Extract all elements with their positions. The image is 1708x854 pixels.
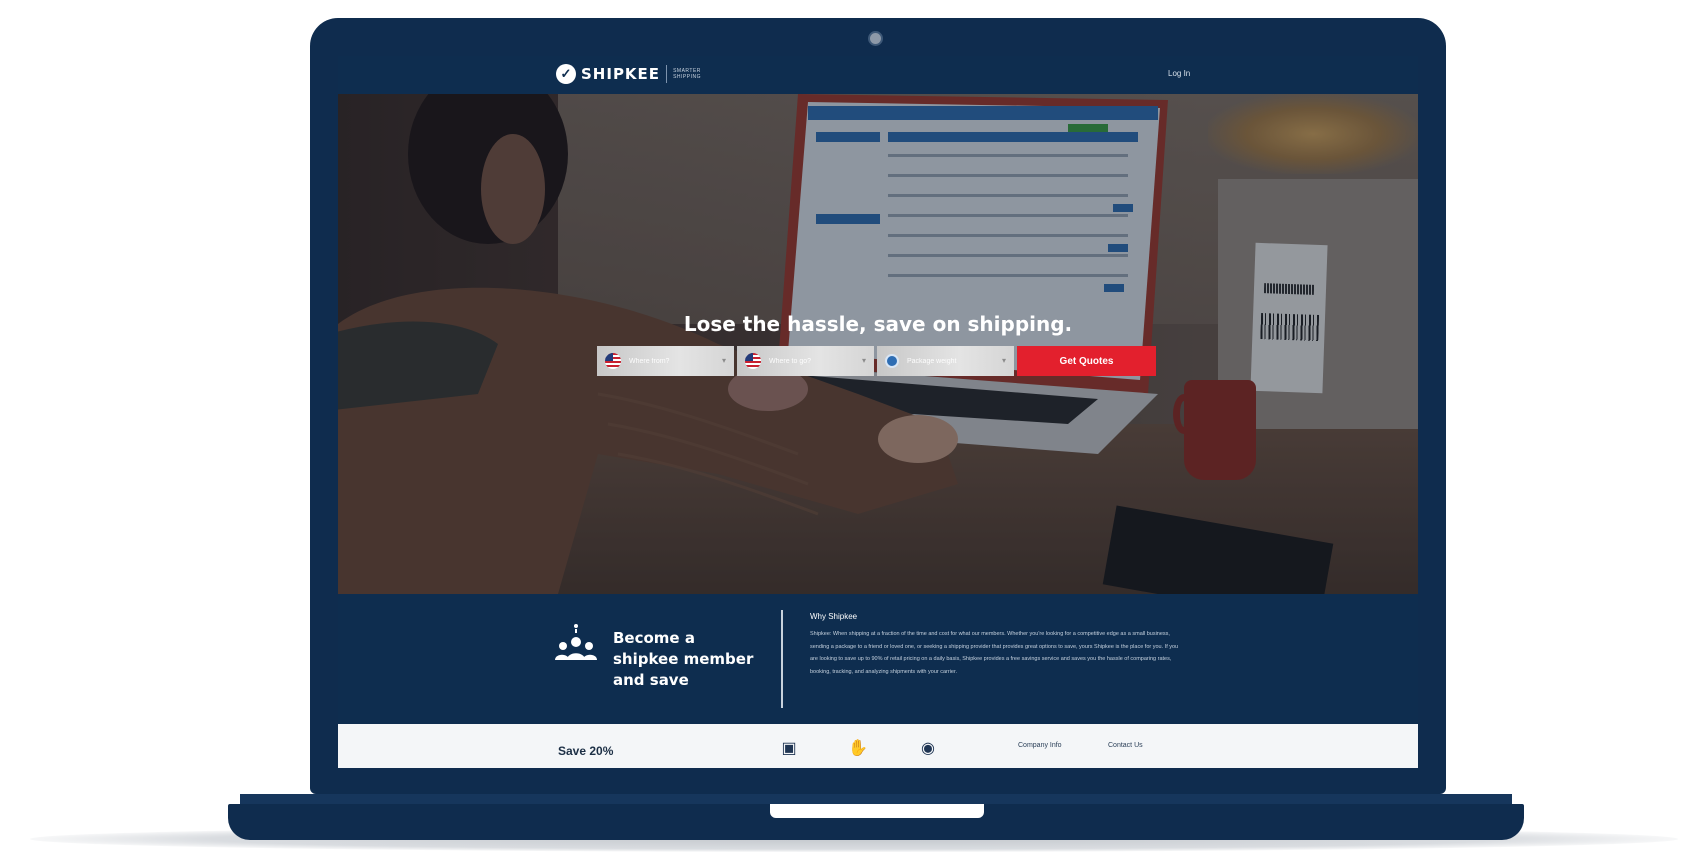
section-divider — [781, 610, 783, 708]
hero-section: Lose the hassle, save on shipping. Where… — [338, 94, 1418, 594]
weight-field[interactable]: Package weight ▾ — [877, 346, 1014, 376]
us-flag-icon — [605, 353, 621, 369]
top-nav: ✓ SHIPKEE SMARTER SHIPPING Log In — [338, 56, 1418, 94]
origin-field[interactable]: Where from? ▾ — [597, 346, 734, 376]
chevron-down-icon: ▾ — [721, 356, 726, 365]
quote-form: Where from? ▾ Where to go? ▾ Package wei… — [597, 346, 1156, 376]
hero-headline: Lose the hassle, save on shipping. — [683, 312, 1073, 336]
save-20-heading: Save 20% — [558, 744, 614, 758]
logo-divider — [666, 65, 668, 83]
brand-tagline: SMARTER SHIPPING — [673, 68, 701, 80]
laptop-mockup: ✓ SHIPKEE SMARTER SHIPPING Log In Lose t… — [0, 0, 1708, 854]
website-screen: ✓ SHIPKEE SMARTER SHIPPING Log In Lose t… — [338, 56, 1418, 768]
contact-us-link[interactable]: Contact Us — [1108, 742, 1143, 749]
member-cta-title[interactable]: Become a shipkee member and save — [613, 628, 763, 691]
why-shipkee-text: Shipkee: When shipping at a fraction of … — [810, 631, 1179, 675]
brand-name: SHIPKEE — [581, 65, 661, 83]
chevron-down-icon: ▾ — [1001, 356, 1006, 365]
handshake-icon: ✋ — [848, 740, 868, 757]
webcam — [868, 31, 883, 46]
brand-logo[interactable]: ✓ SHIPKEE SMARTER SHIPPING — [556, 64, 713, 84]
destination-field[interactable]: Where to go? ▾ — [737, 346, 874, 376]
member-section: Become a shipkee member and save Why Shi… — [338, 594, 1418, 724]
package-icon — [885, 354, 899, 368]
hero-overlay — [338, 94, 1418, 594]
members-group-icon — [555, 624, 597, 660]
us-flag-icon — [745, 353, 761, 369]
chevron-down-icon: ▾ — [861, 356, 866, 365]
company-info-link[interactable]: Company Info — [1018, 742, 1062, 749]
laptop-notch — [770, 804, 984, 818]
footer-strip: Save 20% ▣ ✋ ◉ Company Info Contact Us — [338, 724, 1418, 768]
checkmark-icon: ✓ — [556, 64, 576, 84]
destination-placeholder: Where to go? — [769, 357, 812, 365]
weight-placeholder: Package weight — [907, 357, 957, 365]
origin-placeholder: Where from? — [629, 357, 670, 365]
login-link[interactable]: Log In — [1168, 69, 1190, 78]
why-shipkee-title: Why Shipkee — [810, 612, 858, 621]
piggy-bank-icon: ◉ — [921, 740, 935, 757]
calendar-icon: ▣ — [781, 740, 797, 757]
get-quotes-button[interactable]: Get Quotes — [1017, 346, 1156, 376]
